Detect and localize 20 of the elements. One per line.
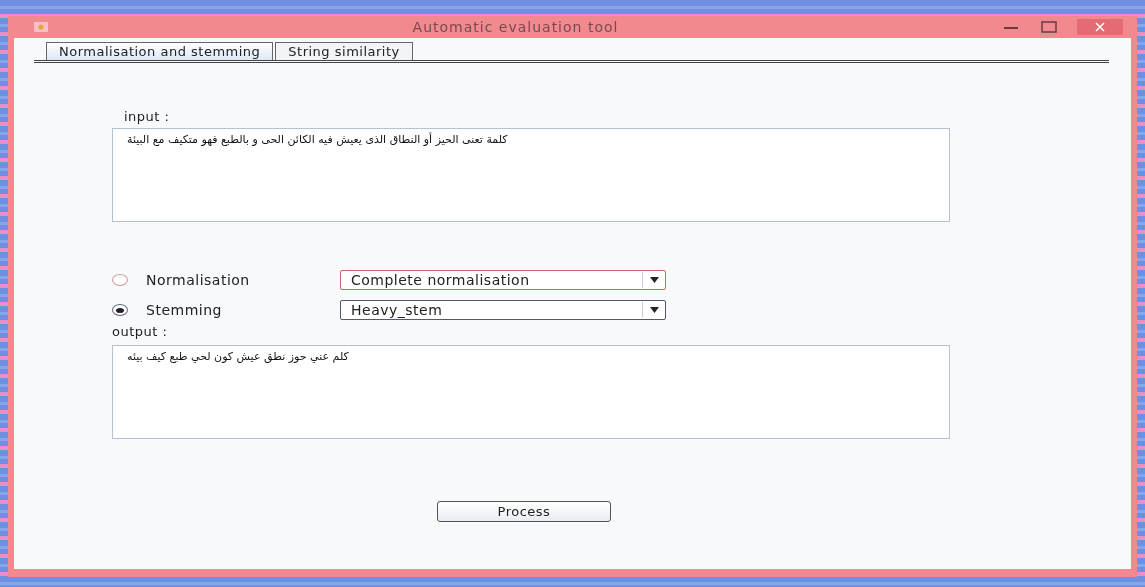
tab[interactable]: Normalisation and stemming xyxy=(46,42,274,60)
process-button[interactable]: Process xyxy=(437,501,611,522)
input-field[interactable]: كلمة تعنى الحيز أو النطاق الذى يعيش فيه الكائن الحى و بالطبع فهو متكيف مع البيئة xyxy=(112,128,950,222)
close-button[interactable] xyxy=(1077,19,1123,35)
app-icon xyxy=(34,22,48,32)
dropdown[interactable]: Heavy_stem xyxy=(340,300,666,320)
radio-button[interactable] xyxy=(112,274,128,286)
maximize-icon[interactable] xyxy=(1039,20,1059,34)
option-label: Stemming xyxy=(146,302,223,318)
window-title: Automatic evaluation tool xyxy=(411,19,620,35)
input-label: input : xyxy=(124,109,171,124)
caret-icon xyxy=(649,277,659,283)
option-label: Normalisation xyxy=(146,272,251,288)
tab[interactable]: String similarity xyxy=(275,42,413,60)
radio-button[interactable] xyxy=(112,304,128,316)
close-icon xyxy=(1095,22,1105,32)
output-label: output : xyxy=(112,324,169,339)
output-field[interactable]: كلم عني حوز نطق عيش كون لحي طبع كيف بيئه xyxy=(112,345,950,439)
caret-icon xyxy=(649,307,659,313)
dropdown[interactable]: Complete normalisation xyxy=(340,270,666,290)
